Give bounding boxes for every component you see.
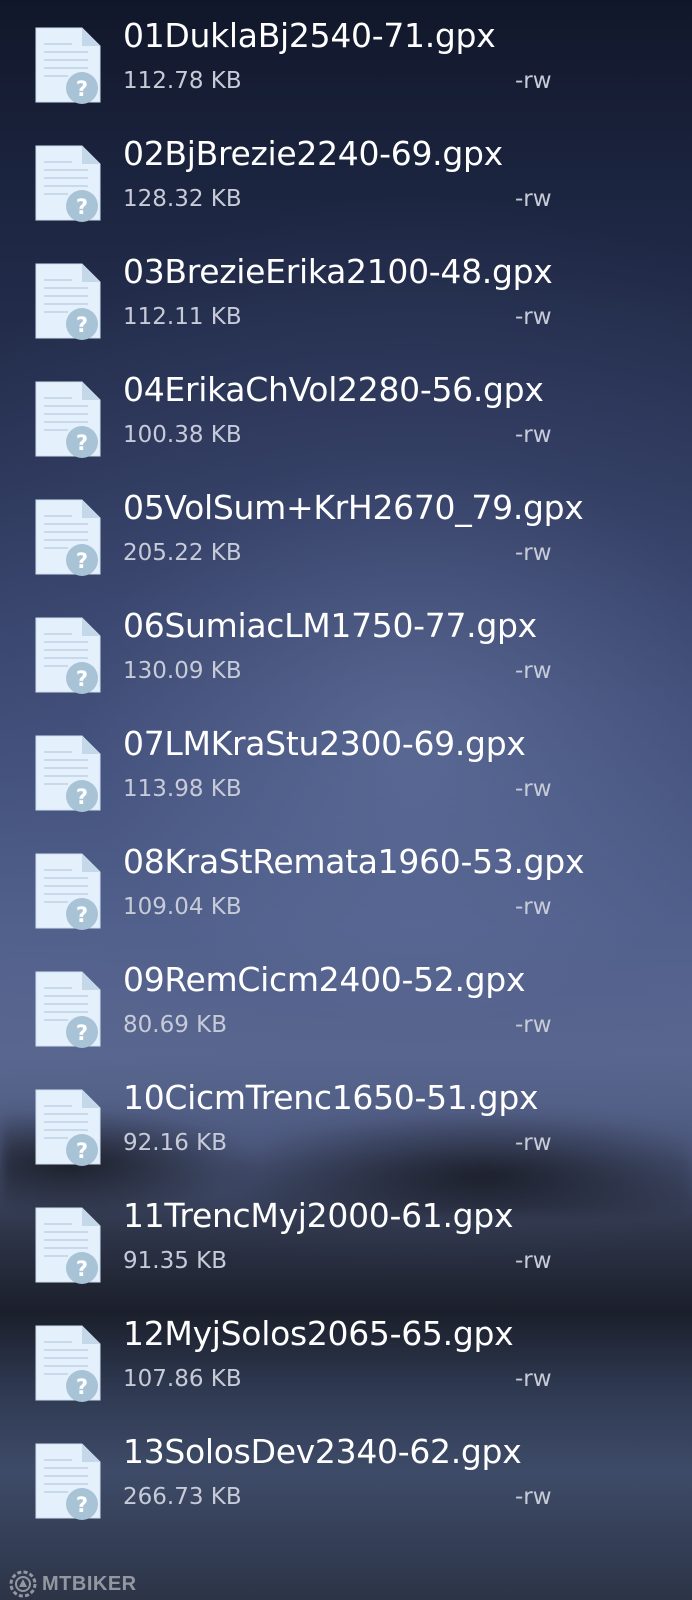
file-permissions: -rw — [515, 540, 552, 566]
file-row[interactable]: ? 08KraStRemata1960-53.gpx 109.04 KB -rw — [0, 826, 692, 946]
svg-text:?: ? — [76, 77, 88, 101]
file-name: 07LMKraStu2300-69.gpx — [123, 724, 526, 763]
file-row[interactable]: ? 04ErikaChVol2280-56.gpx 100.38 KB -rw — [0, 354, 692, 474]
svg-text:?: ? — [76, 1257, 88, 1281]
file-name: 09RemCicm2400-52.gpx — [123, 960, 526, 999]
unknown-file-icon: ? — [35, 263, 101, 340]
file-row[interactable]: ? 10CicmTrenc1650-51.gpx 92.16 KB -rw — [0, 1062, 692, 1182]
file-name: 01DuklaBj2540-71.gpx — [123, 16, 496, 55]
svg-text:?: ? — [76, 431, 88, 455]
unknown-file-icon: ? — [35, 971, 101, 1048]
file-name: 02BjBrezie2240-69.gpx — [123, 134, 503, 173]
file-permissions: -rw — [515, 658, 552, 684]
file-permissions: -rw — [515, 422, 552, 448]
file-size: 92.16 KB — [123, 1130, 228, 1156]
file-list: ? 01DuklaBj2540-71.gpx 112.78 KB -rw ? 0… — [0, 0, 692, 1600]
file-size: 128.32 KB — [123, 186, 242, 212]
svg-text:?: ? — [76, 903, 88, 927]
file-row[interactable]: ? 11TrencMyj2000-61.gpx 91.35 KB -rw — [0, 1180, 692, 1300]
unknown-file-icon: ? — [35, 617, 101, 694]
file-permissions: -rw — [515, 1366, 552, 1392]
unknown-file-icon: ? — [35, 145, 101, 222]
file-size: 107.86 KB — [123, 1366, 242, 1392]
file-permissions: -rw — [515, 1012, 552, 1038]
mtbiker-watermark: MTBIKER — [8, 1570, 137, 1598]
file-row[interactable]: ? 07LMKraStu2300-69.gpx 113.98 KB -rw — [0, 708, 692, 828]
unknown-file-icon: ? — [35, 1089, 101, 1166]
unknown-file-icon: ? — [35, 1325, 101, 1402]
watermark-text: MTBIKER — [42, 1572, 137, 1595]
file-name: 13SolosDev2340-62.gpx — [123, 1432, 522, 1471]
file-size: 266.73 KB — [123, 1484, 242, 1510]
file-row[interactable]: ? 13SolosDev2340-62.gpx 266.73 KB -rw — [0, 1416, 692, 1536]
unknown-file-icon: ? — [35, 499, 101, 576]
file-name: 05VolSum+KrH2670_79.gpx — [123, 488, 584, 527]
file-name: 08KraStRemata1960-53.gpx — [123, 842, 585, 881]
unknown-file-icon: ? — [35, 27, 101, 104]
file-row[interactable]: ? 06SumiacLM1750-77.gpx 130.09 KB -rw — [0, 590, 692, 710]
file-row[interactable]: ? 09RemCicm2400-52.gpx 80.69 KB -rw — [0, 944, 692, 1064]
svg-text:?: ? — [76, 313, 88, 337]
svg-text:?: ? — [76, 667, 88, 691]
unknown-file-icon: ? — [35, 381, 101, 458]
file-name: 03BrezieErika2100-48.gpx — [123, 252, 553, 291]
file-name: 06SumiacLM1750-77.gpx — [123, 606, 537, 645]
file-row[interactable]: ? 03BrezieErika2100-48.gpx 112.11 KB -rw — [0, 236, 692, 356]
file-size: 205.22 KB — [123, 540, 242, 566]
unknown-file-icon: ? — [35, 853, 101, 930]
file-row[interactable]: ? 12MyjSolos2065-65.gpx 107.86 KB -rw — [0, 1298, 692, 1418]
file-permissions: -rw — [515, 304, 552, 330]
file-size: 91.35 KB — [123, 1248, 228, 1274]
file-name: 04ErikaChVol2280-56.gpx — [123, 370, 544, 409]
svg-text:?: ? — [76, 1139, 88, 1163]
file-permissions: -rw — [515, 894, 552, 920]
file-size: 130.09 KB — [123, 658, 242, 684]
file-permissions: -rw — [515, 1130, 552, 1156]
file-size: 109.04 KB — [123, 894, 242, 920]
file-size: 113.98 KB — [123, 776, 242, 802]
file-size: 80.69 KB — [123, 1012, 228, 1038]
file-permissions: -rw — [515, 68, 552, 94]
file-row[interactable]: ? 05VolSum+KrH2670_79.gpx 205.22 KB -rw — [0, 472, 692, 592]
unknown-file-icon: ? — [35, 1207, 101, 1284]
svg-text:?: ? — [76, 1493, 88, 1517]
file-name: 10CicmTrenc1650-51.gpx — [123, 1078, 539, 1117]
file-permissions: -rw — [515, 186, 552, 212]
svg-text:?: ? — [76, 195, 88, 219]
file-row[interactable]: ? 01DuklaBj2540-71.gpx 112.78 KB -rw — [0, 0, 692, 120]
file-name: 12MyjSolos2065-65.gpx — [123, 1314, 514, 1353]
file-row[interactable]: ? 02BjBrezie2240-69.gpx 128.32 KB -rw — [0, 118, 692, 238]
file-permissions: -rw — [515, 1484, 552, 1510]
file-size: 112.11 KB — [123, 304, 242, 330]
svg-text:?: ? — [76, 785, 88, 809]
unknown-file-icon: ? — [35, 1443, 101, 1520]
file-size: 100.38 KB — [123, 422, 242, 448]
unknown-file-icon: ? — [35, 735, 101, 812]
file-size: 112.78 KB — [123, 68, 242, 94]
file-permissions: -rw — [515, 776, 552, 802]
file-name: 11TrencMyj2000-61.gpx — [123, 1196, 514, 1235]
mtbiker-logo-icon — [9, 1570, 37, 1598]
svg-text:?: ? — [76, 1021, 88, 1045]
svg-text:?: ? — [76, 1375, 88, 1399]
file-permissions: -rw — [515, 1248, 552, 1274]
svg-text:?: ? — [76, 549, 88, 573]
